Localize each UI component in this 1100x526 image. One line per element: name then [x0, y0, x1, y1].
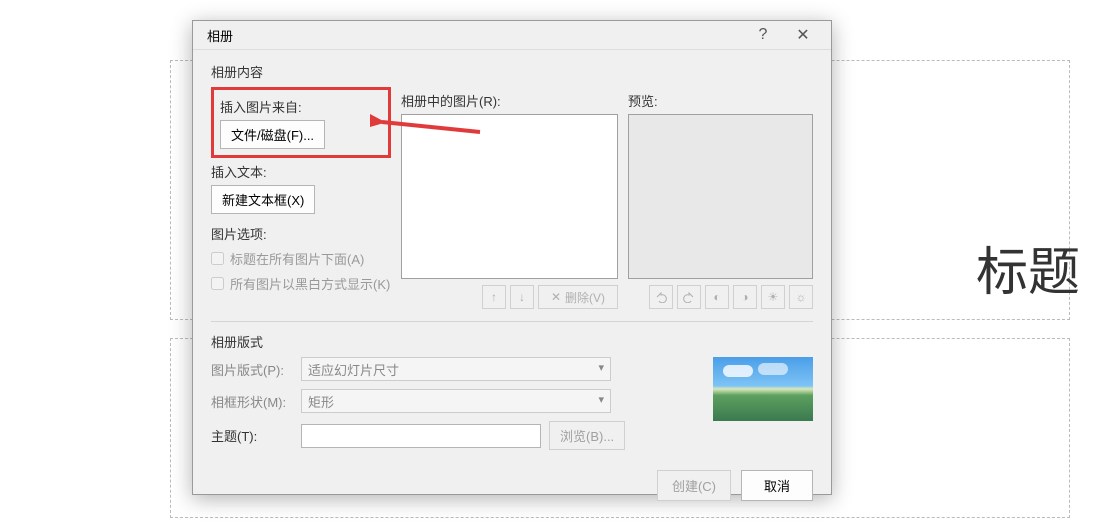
- highlight-annotation: 插入图片来自: 文件/磁盘(F)...: [211, 87, 391, 158]
- layout-preview-image: [713, 357, 813, 421]
- pictures-in-album-label: 相册中的图片(R):: [401, 91, 618, 110]
- album-content-label: 相册内容: [211, 62, 813, 81]
- browse-theme-button: 浏览(B)...: [549, 421, 625, 450]
- brightness-up-button: ☀: [761, 285, 785, 309]
- section-divider: [211, 321, 813, 322]
- brightness-down-button: ☼: [789, 285, 813, 309]
- dialog-title: 相册: [207, 26, 743, 45]
- bw-display-checkbox-row: 所有图片以黑白方式显示(K): [211, 274, 391, 293]
- frame-shape-label: 相框形状(M):: [211, 392, 301, 411]
- contrast-down-button: ◑: [733, 285, 757, 309]
- insert-text-label: 插入文本:: [211, 162, 391, 181]
- album-layout-label: 相册版式: [211, 332, 813, 351]
- picture-layout-label: 图片版式(P):: [211, 360, 301, 379]
- photo-album-dialog: 相册 ? ✕ 相册内容 插入图片来自: 文件/磁盘(F)... 插入文本: 新建…: [192, 20, 832, 495]
- create-button[interactable]: 创建(C): [657, 470, 731, 501]
- dialog-footer: 创建(C) 取消: [193, 470, 831, 501]
- bw-display-label: 所有图片以黑白方式显示(K): [230, 274, 390, 293]
- insert-picture-from-label: 插入图片来自:: [220, 97, 382, 116]
- file-disk-button[interactable]: 文件/磁盘(F)...: [220, 120, 325, 149]
- dialog-titlebar: 相册 ? ✕: [193, 21, 831, 50]
- close-button[interactable]: ✕: [783, 21, 823, 49]
- picture-options-label: 图片选项:: [211, 224, 391, 243]
- new-textbox-button[interactable]: 新建文本框(X): [211, 185, 315, 214]
- move-up-button: ↑: [482, 285, 506, 309]
- help-button[interactable]: ?: [743, 21, 783, 49]
- caption-below-checkbox-row: 标题在所有图片下面(A): [211, 249, 391, 268]
- slide-title-text: 标题: [976, 230, 1080, 305]
- theme-label: 主题(T):: [211, 426, 301, 445]
- picture-layout-combo[interactable]: 适应幻灯片尺寸: [301, 357, 611, 381]
- rotate-right-button: [677, 285, 701, 309]
- cancel-button[interactable]: 取消: [741, 470, 813, 501]
- contrast-up-button: ◐: [705, 285, 729, 309]
- rotate-left-button: [649, 285, 673, 309]
- remove-button: ✕删除(V): [538, 285, 618, 309]
- frame-shape-combo: 矩形: [301, 389, 611, 413]
- caption-below-checkbox: [211, 252, 224, 265]
- caption-below-label: 标题在所有图片下面(A): [230, 249, 364, 268]
- bw-display-checkbox: [211, 277, 224, 290]
- preview-area: [628, 114, 813, 279]
- move-down-button: ↓: [510, 285, 534, 309]
- album-pictures-list[interactable]: [401, 114, 618, 279]
- preview-label: 预览:: [628, 91, 813, 110]
- theme-input[interactable]: [301, 424, 541, 448]
